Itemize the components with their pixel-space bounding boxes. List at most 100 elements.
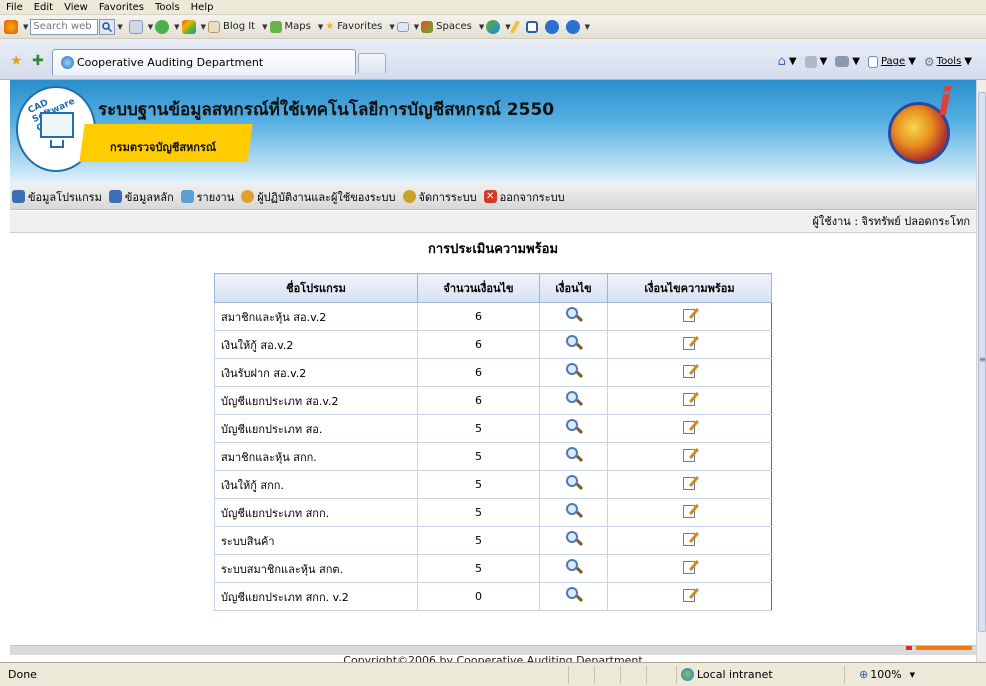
chevron-down-icon[interactable]: ▼ (318, 23, 323, 31)
menu-help[interactable]: Help (191, 2, 214, 13)
favorites-button[interactable]: ★ Favorites (325, 21, 382, 32)
print-button[interactable]: ▼ (835, 56, 860, 67)
view-conditions-button[interactable] (539, 330, 608, 359)
computer-user-icon (108, 190, 122, 203)
new-tab-button[interactable] (358, 53, 386, 73)
chevron-down-icon[interactable]: ▼ (389, 23, 394, 31)
nav-reports[interactable]: รายงาน (180, 188, 234, 206)
scrollbar-grip-icon: ≡ (979, 355, 986, 364)
edit-icon (682, 503, 699, 519)
chevron-down-icon: ▼ (964, 56, 972, 67)
edit-readiness-button[interactable] (607, 386, 772, 415)
maps-icon (269, 20, 282, 33)
spaces-button[interactable]: Spaces (421, 20, 472, 33)
maps-button[interactable]: Maps (269, 20, 311, 33)
edit-readiness-button[interactable] (607, 554, 772, 583)
gear-icon: ⚙ (923, 54, 935, 69)
edit-icon (682, 391, 699, 407)
nav-operators-users[interactable]: ผู้ปฏิบัติงานและผู้ใช้ของระบบ (241, 188, 396, 206)
view-conditions-button[interactable] (539, 582, 608, 611)
condition-count: 5 (417, 470, 540, 499)
view-conditions-button[interactable] (539, 526, 608, 555)
edit-readiness-button[interactable] (607, 498, 772, 527)
view-conditions-button[interactable] (539, 358, 608, 387)
chevron-down-icon[interactable]: ▼ (117, 23, 122, 31)
program-name: บัญชีแยกประเภท สกก. (214, 498, 418, 527)
menu-favorites[interactable]: Favorites (99, 2, 144, 13)
status-cell (646, 665, 672, 684)
program-name: ระบบสมาชิกและหุ้น สกต. (214, 554, 418, 583)
view-conditions-button[interactable] (539, 470, 608, 499)
magnifier-icon (565, 335, 583, 351)
edit-readiness-button[interactable] (607, 358, 772, 387)
chevron-down-icon[interactable]: ▼ (23, 23, 28, 31)
magnifier-icon (565, 447, 583, 463)
view-conditions-button[interactable] (539, 554, 608, 583)
view-conditions-button[interactable] (539, 442, 608, 471)
magnifier-icon (565, 391, 583, 407)
menu-file[interactable]: File (6, 2, 23, 13)
tools-menu[interactable]: ⚙ Tools ▼ (924, 55, 972, 69)
window-icon[interactable] (128, 19, 143, 34)
condition-count: 0 (417, 582, 540, 611)
page-menu[interactable]: Page ▼ (867, 55, 916, 68)
view-conditions-button[interactable] (539, 386, 608, 415)
chevron-down-icon[interactable]: ▼ (174, 23, 179, 31)
edit-readiness-button[interactable] (607, 470, 772, 499)
nav-system-admin[interactable]: จัดการระบบ (402, 188, 477, 206)
nav-master-data[interactable]: ข้อมูลหลัก (108, 188, 174, 206)
table-body: สมาชิกและหุ้น สอ.v.2 6 เงินให้กู้ สอ.v.2 6 เ… (214, 302, 772, 611)
edit-readiness-button[interactable] (607, 302, 772, 331)
add-favorite-icon[interactable]: ✚ (32, 53, 44, 69)
favorites-center-icon[interactable]: ★ (10, 53, 23, 69)
search-button[interactable] (99, 18, 116, 35)
edit-readiness-button[interactable] (607, 330, 772, 359)
plus-icon[interactable] (155, 19, 170, 34)
zoom-level[interactable]: ⊕ 100% ▼ (844, 665, 930, 684)
mail-icon[interactable] (396, 21, 409, 32)
header-banner: CAD Software Center ระบบฐานข้อมูลสหกรณ์ท… (10, 80, 976, 184)
chevron-down-icon[interactable]: ▼ (262, 23, 267, 31)
menu-edit[interactable]: Edit (34, 2, 53, 13)
tab-cooperative-auditing[interactable]: Cooperative Auditing Department (52, 49, 356, 75)
magnifier-icon (565, 587, 583, 603)
msn-icon[interactable] (181, 19, 196, 34)
edit-readiness-button[interactable] (607, 414, 772, 443)
blog-it-button[interactable]: Blog It (207, 20, 255, 33)
help-circle-icon[interactable] (565, 19, 580, 34)
magnifier-icon (565, 531, 583, 547)
messenger-icon[interactable] (486, 19, 501, 34)
nav-program-info[interactable]: ข้อมูลโปรแกรม (12, 188, 102, 206)
edit-readiness-button[interactable] (607, 582, 772, 611)
chevron-down-icon[interactable]: ▼ (479, 23, 484, 31)
chevron-down-icon[interactable]: ▼ (148, 23, 153, 31)
table-row: สมาชิกและหุ้น สกก. 5 (214, 442, 772, 471)
home-button[interactable]: ⌂ ▼ (778, 54, 797, 69)
chevron-down-icon[interactable]: ▼ (585, 23, 590, 31)
menu-tools[interactable]: Tools (155, 2, 180, 13)
view-conditions-button[interactable] (539, 498, 608, 527)
view-conditions-button[interactable] (539, 302, 608, 331)
feeds-button[interactable]: ▼ (804, 55, 827, 68)
view-conditions-button[interactable] (539, 414, 608, 443)
vertical-scrollbar[interactable]: ≡ (976, 80, 986, 662)
user-info: ผู้ใช้งาน : จิรทรัพย์ ปลอดกระโทก (10, 211, 976, 233)
table-header-row: ชื่อโปรแกรม จำนวนเงื่อนไข เงื่อนไข เงื่อ… (214, 273, 772, 303)
live-icon[interactable] (544, 19, 559, 34)
condition-count: 5 (417, 498, 540, 527)
program-name: เงินให้กู้ สกก. (214, 470, 418, 499)
search-input[interactable] (30, 18, 99, 35)
msn-butterfly-icon[interactable] (4, 19, 18, 34)
program-name: เงินรับฝาก สอ.v.2 (214, 358, 418, 387)
edit-readiness-button[interactable] (607, 442, 772, 471)
condition-count: 5 (417, 526, 540, 555)
user-icon (241, 190, 255, 203)
edit-readiness-button[interactable] (607, 526, 772, 555)
condition-count: 6 (417, 302, 540, 331)
chevron-down-icon[interactable]: ▼ (414, 23, 419, 31)
security-zone[interactable]: Local intranet (676, 665, 816, 684)
edit-box-icon[interactable] (525, 20, 538, 33)
nav-logout[interactable]: ✕ ออกจากระบบ (483, 188, 565, 206)
menu-view[interactable]: View (64, 2, 88, 13)
chevron-down-icon[interactable]: ▼ (201, 23, 206, 31)
